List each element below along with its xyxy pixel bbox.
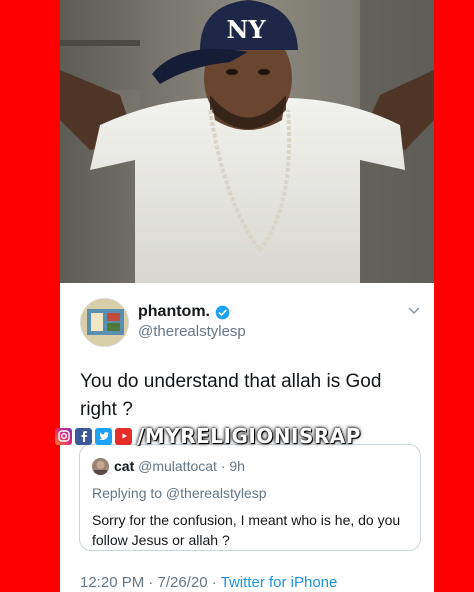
watermark: /MYRELIGIONISRAP [55,424,361,448]
chevron-down-icon[interactable] [408,307,420,315]
quoted-time: 9h [229,458,245,474]
quoted-handle[interactable]: @mulattocat [138,458,217,474]
tweet-source[interactable]: Twitter for iPhone [221,574,338,591]
timestamp[interactable]: 12:20 PM · 7/26/20 · [80,574,221,591]
avatar[interactable] [80,298,129,347]
post-frame: NY phantom. @therealstylesp You do under… [60,0,434,592]
quoted-text: Sorry for the confusion, I meant who is … [92,512,401,548]
cap-logo-text: NY [226,15,266,44]
author-row: phantom. [138,303,230,321]
tweet-footer: 12:20 PM · 7/26/20 · Twitter for iPhone [80,574,337,591]
quoted-separator: · [220,458,226,474]
man-in-cap-photo: NY [60,0,434,283]
youtube-icon [115,427,132,445]
quoted-tweet[interactable]: cat @mulattocat · 9h Replying to @therea… [79,444,421,551]
twitter-icon [95,427,112,445]
author-handle[interactable]: @therealstylesp [138,323,246,340]
verified-badge-icon [215,305,230,319]
post-photo: NY [60,0,434,283]
quoted-header: cat @mulattocat · 9h [114,458,245,474]
quoted-name[interactable]: cat [114,458,134,474]
tweet-text: You do understand that allah is God righ… [80,371,382,420]
quoted-avatar-image-icon [92,458,109,475]
watermark-text: /MYRELIGIONISRAP [137,424,361,448]
replying-to: Replying to @therealstylesp [92,485,267,501]
display-name[interactable]: phantom. [138,303,210,321]
instagram-icon [55,427,72,445]
facebook-icon [75,427,92,445]
avatar-image-icon [81,299,128,346]
quoted-avatar[interactable] [92,458,109,475]
